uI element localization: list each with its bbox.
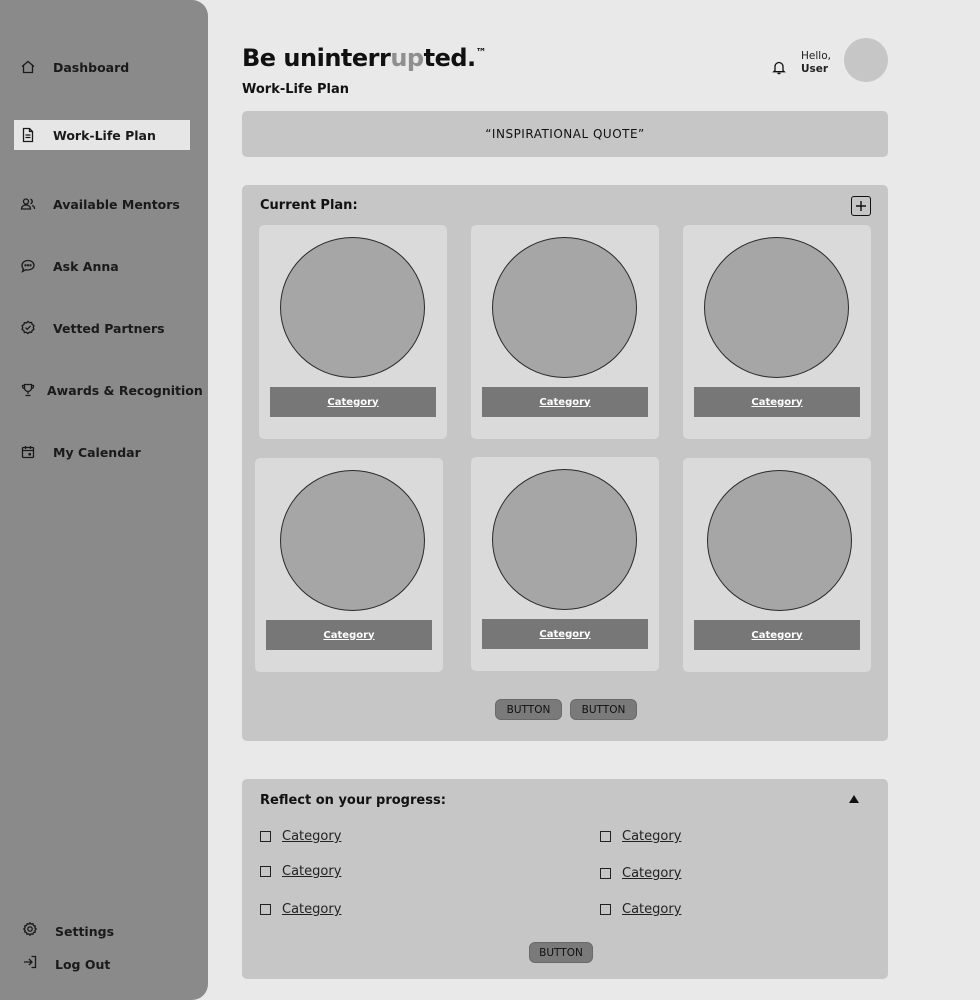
card-image-placeholder — [280, 470, 425, 611]
plus-icon — [856, 201, 866, 211]
sidebar-item-settings[interactable]: Settings — [22, 921, 114, 941]
reflect-button[interactable]: BUTTON — [529, 942, 593, 963]
category-link[interactable]: Category — [266, 620, 432, 650]
card-image-placeholder — [280, 237, 425, 378]
card-image-placeholder — [707, 470, 852, 611]
reflect-checkbox[interactable]: Category — [600, 866, 681, 881]
gear-icon — [22, 921, 38, 941]
current-plan-title: Current Plan: — [260, 198, 358, 213]
trophy-icon — [14, 382, 36, 398]
category-link[interactable]: Category — [482, 387, 648, 417]
reflect-checkbox[interactable]: Category — [600, 829, 681, 844]
card-image-placeholder — [704, 237, 849, 378]
reflect-panel: Reflect on your progress: Category Categ… — [242, 779, 888, 979]
document-icon — [14, 127, 42, 143]
card-image-placeholder — [492, 237, 637, 378]
collapse-caret-icon[interactable] — [849, 795, 859, 803]
reflect-checkbox[interactable]: Category — [260, 829, 341, 844]
plan-card[interactable]: Category — [255, 458, 443, 672]
plan-card[interactable]: Category — [471, 457, 659, 671]
inspirational-quote: “INSPIRATIONAL QUOTE” — [242, 111, 888, 157]
sidebar-item-label: Ask Anna — [53, 258, 119, 274]
checkbox-label[interactable]: Category — [622, 829, 681, 844]
sidebar-item-label: Awards & Recognition — [47, 382, 203, 398]
sidebar-item-ask-anna[interactable]: Ask Anna — [14, 251, 190, 281]
avatar[interactable] — [844, 38, 888, 82]
brand-logo: Be uninterrupted.™ — [242, 44, 487, 72]
category-link[interactable]: Category — [482, 619, 648, 649]
checkbox-label[interactable]: Category — [622, 902, 681, 917]
plan-card[interactable]: Category — [683, 225, 871, 439]
users-icon — [14, 196, 42, 212]
sidebar: Dashboard Work-Life Plan Available Mento… — [0, 0, 208, 1000]
reflect-title: Reflect on your progress: — [260, 793, 446, 808]
bell-icon[interactable] — [771, 59, 787, 75]
checkbox[interactable] — [600, 904, 611, 915]
current-plan-panel: Current Plan: Category Category Category… — [242, 185, 888, 741]
checkbox[interactable] — [260, 866, 271, 877]
sidebar-item-label: Work-Life Plan — [53, 127, 156, 143]
sidebar-item-label: Vetted Partners — [53, 320, 165, 336]
sidebar-item-label: My Calendar — [53, 444, 141, 460]
sidebar-item-label: Log Out — [55, 956, 111, 972]
greeting-text: Hello, — [801, 50, 831, 62]
plan-card[interactable]: Category — [259, 225, 447, 439]
sidebar-item-logout[interactable]: Log Out — [22, 954, 110, 974]
plan-button-2[interactable]: BUTTON — [570, 699, 637, 720]
add-plan-button[interactable] — [851, 196, 871, 216]
sidebar-item-work-life-plan[interactable]: Work-Life Plan — [14, 120, 190, 150]
checkbox-label[interactable]: Category — [282, 829, 341, 844]
checkbox[interactable] — [260, 831, 271, 842]
reflect-checkbox[interactable]: Category — [600, 902, 681, 917]
page-title: Work-Life Plan — [242, 82, 350, 97]
card-image-placeholder — [492, 469, 637, 610]
sidebar-item-my-calendar[interactable]: My Calendar — [14, 437, 190, 467]
category-link[interactable]: Category — [694, 387, 860, 417]
user-greeting: Hello, User — [801, 50, 831, 76]
chat-icon — [14, 258, 42, 274]
sidebar-item-label: Dashboard — [53, 59, 130, 75]
checkbox-label[interactable]: Category — [282, 864, 341, 879]
plan-card[interactable]: Category — [471, 225, 659, 439]
category-link[interactable]: Category — [270, 387, 436, 417]
checkbox-label[interactable]: Category — [282, 902, 341, 917]
badge-check-icon — [14, 320, 42, 336]
reflect-checkbox[interactable]: Category — [260, 864, 341, 879]
checkbox[interactable] — [600, 868, 611, 879]
sidebar-item-label: Settings — [55, 923, 115, 939]
logout-icon — [22, 954, 38, 974]
calendar-icon — [14, 444, 42, 460]
home-icon — [14, 59, 42, 75]
checkbox[interactable] — [260, 904, 271, 915]
checkbox[interactable] — [600, 831, 611, 842]
sidebar-item-dashboard[interactable]: Dashboard — [14, 52, 190, 82]
category-link[interactable]: Category — [694, 620, 860, 650]
sidebar-item-vetted-partners[interactable]: Vetted Partners — [14, 313, 190, 343]
username: User — [801, 63, 829, 75]
sidebar-item-label: Available Mentors — [53, 196, 180, 212]
sidebar-item-awards[interactable]: Awards & Recognition — [14, 375, 203, 405]
reflect-checkbox[interactable]: Category — [260, 902, 341, 917]
sidebar-item-available-mentors[interactable]: Available Mentors — [14, 189, 190, 219]
plan-card[interactable]: Category — [683, 458, 871, 672]
plan-button-1[interactable]: BUTTON — [495, 699, 562, 720]
checkbox-label[interactable]: Category — [622, 866, 681, 881]
